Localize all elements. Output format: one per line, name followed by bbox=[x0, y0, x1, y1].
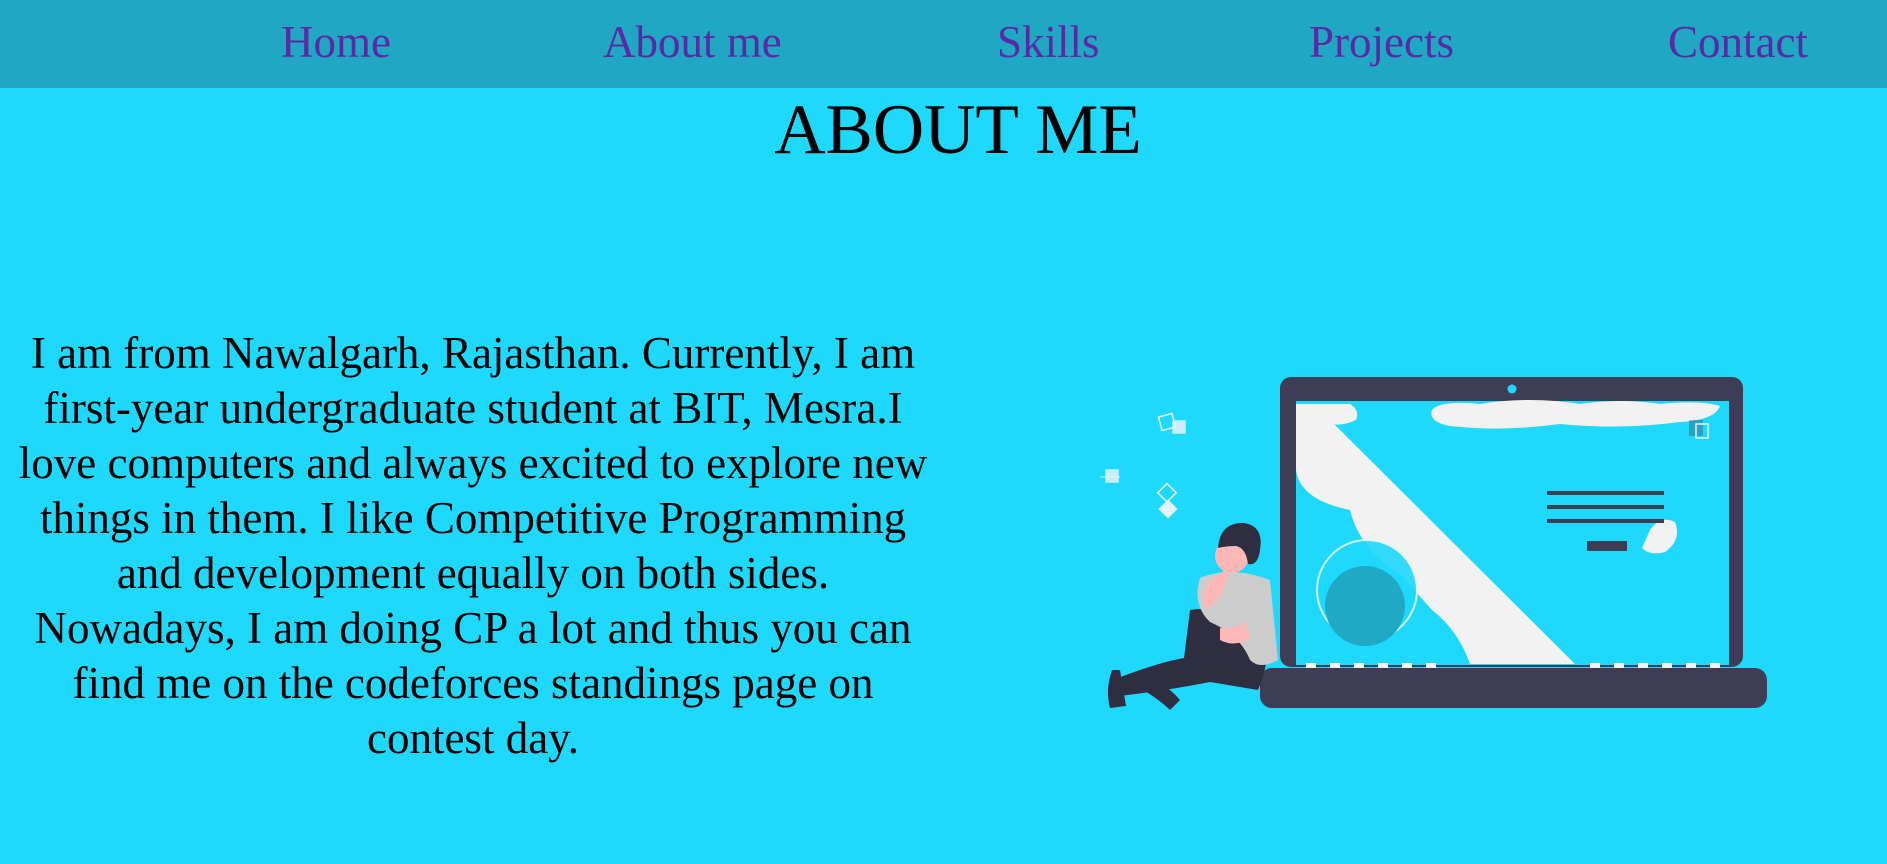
nav-link-contact[interactable]: Contact bbox=[1668, 14, 1808, 70]
nav-link-home[interactable]: Home bbox=[281, 14, 391, 70]
nav-link-about-me[interactable]: About me bbox=[603, 14, 782, 70]
nav-link-projects[interactable]: Projects bbox=[1309, 14, 1454, 70]
about-bio-text: I am from Nawalgarh, Rajasthan. Currentl… bbox=[18, 328, 928, 763]
person-with-laptop-illustration bbox=[1100, 377, 1767, 710]
person bbox=[1107, 522, 1278, 710]
laptop bbox=[1260, 377, 1767, 708]
page-title: ABOUT ME bbox=[774, 91, 1142, 169]
navbar: Home About me Skills Projects Contact bbox=[0, 0, 1887, 88]
nav-link-skills[interactable]: Skills bbox=[997, 14, 1100, 70]
floating-shapes bbox=[1100, 412, 1186, 519]
